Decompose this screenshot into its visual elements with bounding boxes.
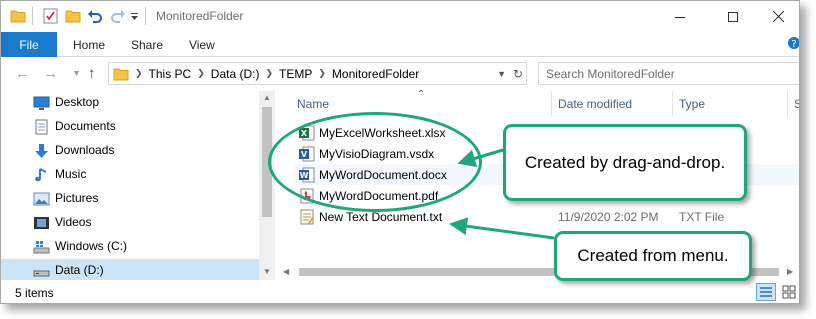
callout-created-from-menu: Created from menu. (554, 231, 752, 281)
menu-arrow (449, 217, 555, 240)
drag-drop-arrow (457, 148, 504, 168)
callout-text: Created from menu. (577, 246, 729, 265)
callout-text: Created by drag-and-drop. (524, 152, 726, 172)
callout-drag-and-drop: Created by drag-and-drop. (503, 124, 747, 201)
